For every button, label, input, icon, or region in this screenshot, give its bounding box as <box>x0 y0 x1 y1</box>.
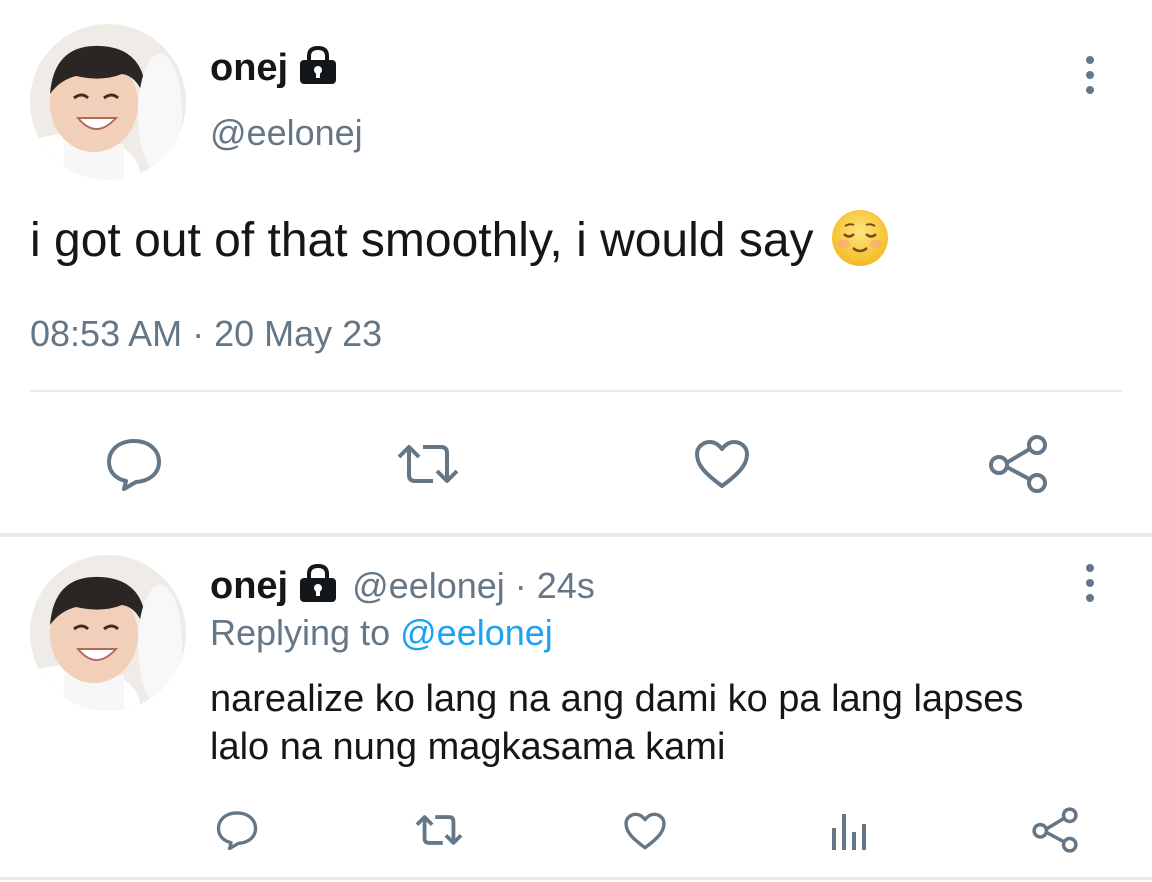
retweet-button[interactable] <box>394 436 462 492</box>
tweet-text: i got out of that smoothly, i would say <box>30 214 814 267</box>
like-icon <box>695 440 749 488</box>
analytics-button[interactable] <box>826 808 870 854</box>
reply-share-button[interactable] <box>1030 806 1080 854</box>
analytics-icon <box>832 814 866 850</box>
section-divider <box>0 533 1152 537</box>
more-icon <box>1086 564 1094 572</box>
bottom-divider <box>0 877 1152 880</box>
avatar[interactable] <box>30 24 186 180</box>
more-options-button[interactable] <box>1084 56 1096 94</box>
reply-avatar[interactable] <box>30 555 186 711</box>
reply-text-line-2: lalo na nung magkasama kami <box>210 726 726 768</box>
handle[interactable]: @eelonej <box>210 112 363 154</box>
time-separator: · <box>514 565 527 606</box>
like-icon <box>624 812 666 850</box>
retweet-icon <box>397 445 459 483</box>
reply-like-button[interactable] <box>622 810 668 852</box>
relieved-face-icon <box>830 208 890 273</box>
avatar-image <box>30 24 186 180</box>
retweet-icon <box>415 815 463 845</box>
share-icon <box>1032 807 1078 853</box>
reply-display-name[interactable]: onej <box>210 565 288 608</box>
reply-time[interactable]: 24s <box>537 565 595 607</box>
tweet-timestamp[interactable]: 08:53 AM · 20 May 23 <box>30 313 382 355</box>
more-icon <box>1086 56 1094 64</box>
lock-icon <box>298 45 338 91</box>
avatar-image <box>30 555 186 711</box>
reply-button[interactable] <box>104 434 164 494</box>
reply-retweet-button[interactable] <box>412 810 466 850</box>
reply-text-line-1: narealize ko lang na ang dami ko pa lang… <box>210 678 1024 720</box>
reply-icon <box>216 811 258 850</box>
reply-handle[interactable]: @eelonej <box>352 565 505 607</box>
share-button[interactable] <box>986 434 1050 494</box>
reply-more-options-button[interactable] <box>1084 564 1096 602</box>
replying-to-handle[interactable]: @eelonej <box>400 612 553 653</box>
reply-reply-button[interactable] <box>214 808 260 852</box>
display-name[interactable]: onej <box>210 47 288 90</box>
like-button[interactable] <box>692 436 752 492</box>
reply-icon <box>107 439 161 491</box>
replying-to-label: Replying to <box>210 612 391 653</box>
lock-icon <box>298 563 338 609</box>
divider <box>30 390 1122 392</box>
share-icon <box>989 435 1047 493</box>
